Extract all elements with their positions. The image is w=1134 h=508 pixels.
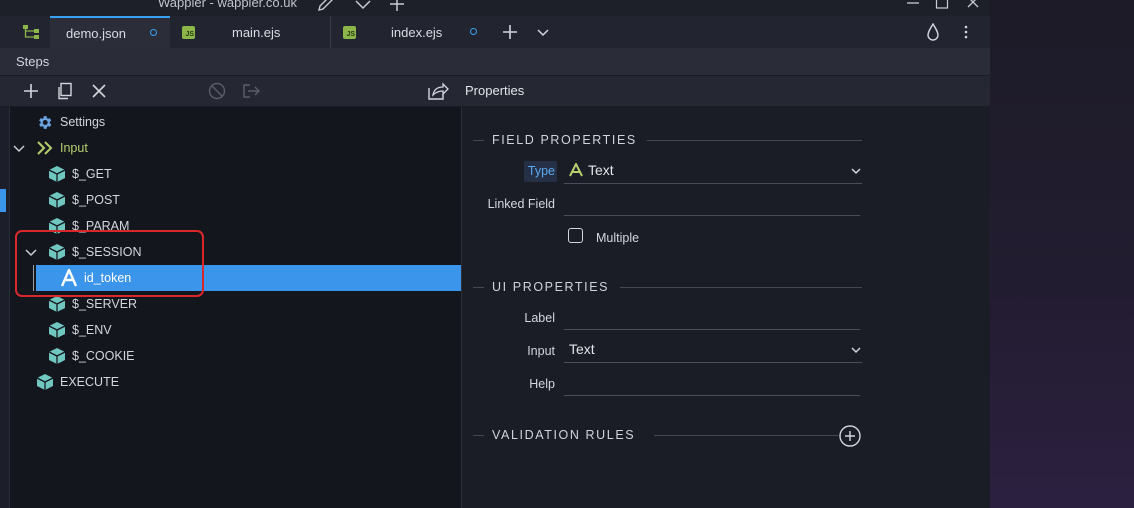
cube-icon (48, 191, 66, 209)
tab-label: index.ejs (391, 25, 443, 40)
server-connect-icon (22, 23, 42, 41)
tree-item-env[interactable]: $_ENV (48, 317, 348, 343)
unsaved-dot-icon (150, 29, 157, 36)
annotation-highlight-box (15, 230, 204, 297)
properties-pane: FIELD PROPERTIES Type Text Linked Field … (462, 107, 990, 508)
linked-field-underline (564, 215, 860, 216)
label-input[interactable] (564, 305, 860, 329)
multiple-checkbox[interactable] (568, 228, 583, 243)
tab-bar: demo.json JS main.ejs JS index.ejs (0, 16, 990, 49)
tree-item-label: $_POST (72, 193, 120, 207)
desktop-background (990, 0, 1134, 508)
cube-icon (48, 295, 66, 313)
type-select[interactable]: Text (564, 159, 862, 184)
left-edge-accent (0, 189, 6, 212)
title-bar: Wappler - wappler.co.uk (0, 0, 990, 16)
cube-icon (48, 165, 66, 183)
type-value: Text (588, 162, 614, 178)
gear-icon (36, 114, 53, 131)
tree-item-label: $_SERVER (72, 297, 138, 311)
export-icon[interactable] (242, 82, 262, 100)
tree-item-label: Input (60, 141, 88, 155)
steps-toolbar: Properties (0, 76, 990, 107)
tab-label: main.ejs (232, 25, 281, 40)
tree-item-input[interactable]: Input (12, 135, 312, 161)
theme-drop-icon[interactable] (926, 23, 940, 41)
cube-icon (48, 347, 66, 365)
maximize-icon[interactable] (935, 0, 949, 11)
section-rule (647, 140, 862, 141)
close-icon[interactable] (966, 0, 980, 11)
tab-list-chevron-icon[interactable] (536, 24, 550, 40)
tab-label: demo.json (66, 26, 126, 41)
input-field-label: Input (527, 344, 555, 358)
minimize-icon[interactable] (906, 0, 920, 11)
disable-icon[interactable] (208, 82, 226, 100)
section-rule (620, 287, 862, 288)
section-rule (473, 140, 484, 141)
section-title-field-properties: FIELD PROPERTIES (492, 133, 637, 147)
tab-demo-json[interactable]: demo.json (50, 16, 170, 48)
steps-header: Steps (0, 49, 990, 76)
tab-index-ejs[interactable]: JS index.ejs (331, 16, 489, 48)
tree-item-post[interactable]: $_POST (48, 187, 348, 213)
left-edge-strip (0, 107, 10, 508)
type-label: Type (527, 164, 555, 178)
pencil-icon[interactable] (316, 0, 336, 13)
chevron-down-icon (851, 167, 861, 175)
section-title-validation-rules: VALIDATION RULES (492, 428, 636, 442)
js-file-icon: JS (182, 26, 195, 39)
help-input[interactable] (564, 371, 860, 395)
help-field-label: Help (529, 377, 555, 391)
section-title-ui-properties: UI PROPERTIES (492, 280, 610, 294)
tree-item-settings[interactable]: Settings (36, 109, 336, 135)
cube-icon (48, 321, 66, 339)
tab-main-ejs[interactable]: JS main.ejs (170, 16, 331, 48)
multiple-label: Multiple (596, 231, 640, 245)
help-underline (564, 395, 860, 396)
copy-icon[interactable] (56, 82, 74, 100)
section-rule (473, 287, 484, 288)
panel-title: Steps (16, 54, 50, 69)
section-rule (654, 435, 838, 436)
text-a-icon (569, 163, 583, 177)
chevron-down-icon[interactable] (354, 0, 372, 13)
linked-field-input[interactable] (564, 191, 860, 215)
tree-item-label: $_GET (72, 167, 112, 181)
linked-field-label: Linked Field (487, 197, 555, 211)
tree-item-execute[interactable]: EXECUTE (36, 369, 336, 395)
new-tab-plus-icon[interactable] (501, 23, 519, 41)
input-value: Text (569, 341, 595, 357)
window-title: Wappler - wappler.co.uk (158, 0, 297, 10)
tree-item-label: $_ENV (72, 323, 112, 337)
label-field-label: Label (524, 311, 555, 325)
label-underline (564, 329, 860, 330)
input-type-select[interactable]: Text (564, 338, 862, 363)
properties-export-icon[interactable] (427, 81, 449, 101)
properties-title: Properties (465, 83, 525, 98)
double-chevron-icon (36, 140, 54, 156)
tree-item-label: Settings (60, 115, 106, 129)
tree-item-get[interactable]: $_GET (48, 161, 348, 187)
tree-item-label: EXECUTE (60, 375, 120, 389)
chevron-down-icon (851, 346, 861, 354)
add-icon[interactable] (23, 83, 39, 99)
more-options-icon[interactable] (962, 25, 970, 39)
tree-item-label: $_COOKIE (72, 349, 135, 363)
expand-chevron-icon[interactable] (12, 143, 26, 155)
unsaved-dot-icon (470, 28, 477, 35)
add-validation-rule-icon[interactable] (838, 425, 862, 447)
tree-item-cookie[interactable]: $_COOKIE (48, 343, 348, 369)
plus-icon[interactable] (388, 0, 406, 13)
section-rule (473, 435, 484, 436)
delete-icon[interactable] (92, 84, 106, 98)
js-file-icon: JS (343, 26, 356, 39)
cube-icon (36, 373, 54, 391)
